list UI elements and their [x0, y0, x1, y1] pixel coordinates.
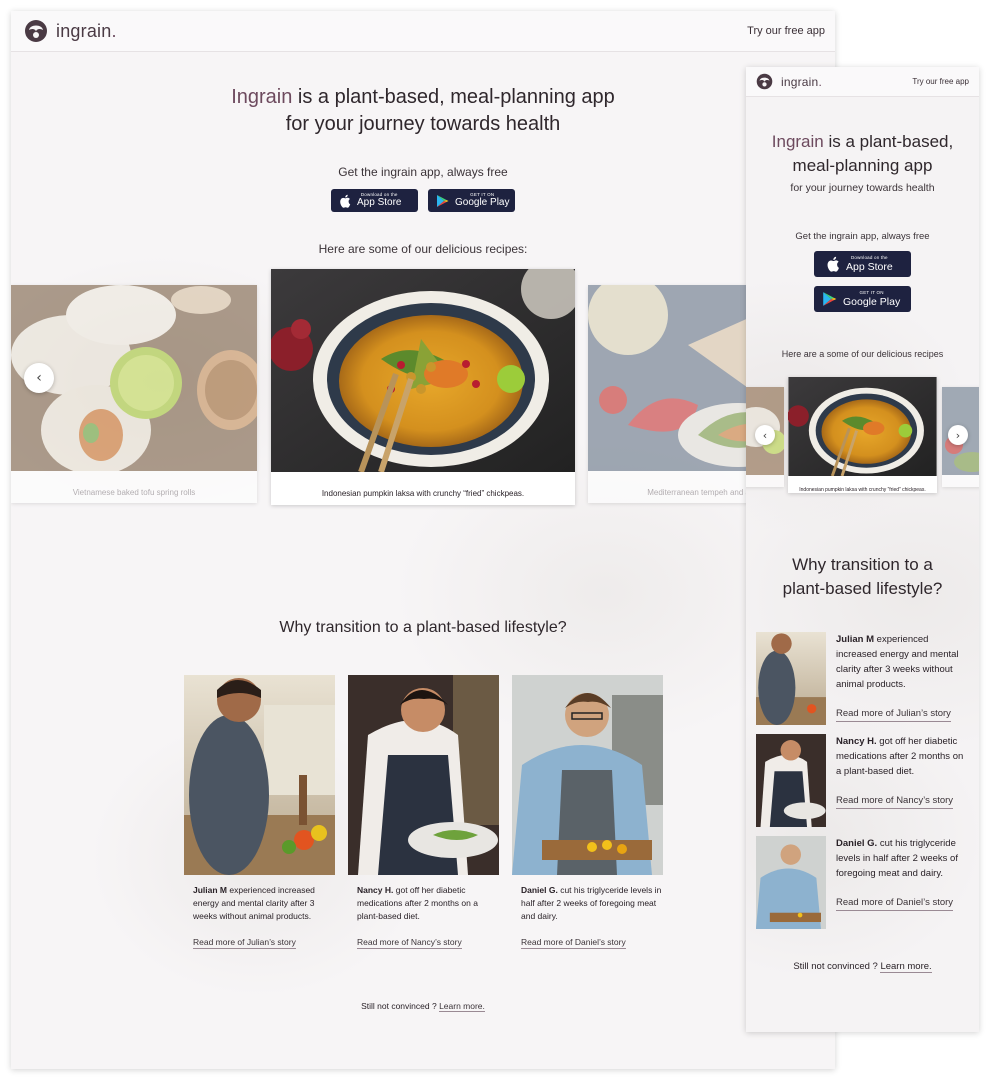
recipe-photo [787, 377, 937, 477]
read-more-link[interactable]: Read more of Julian’s story [193, 937, 296, 949]
testimonial-text: Nancy H. got off her diabetic medication… [836, 734, 971, 827]
hero-subtitle: for your journey towards health [790, 182, 935, 194]
testimonial-photo [756, 734, 826, 827]
recipe-caption: Indonesian pumpkin laksa with crunchy “f… [321, 489, 525, 498]
brand-name: ingrain. [781, 74, 822, 89]
recipe-card[interactable]: Vietnamese baked tofu spring rolls [11, 285, 265, 503]
testimonial-text: Julian M experienced increased energy an… [193, 885, 315, 921]
app-store-button[interactable]: Download on the App Store [331, 189, 418, 212]
read-more-link[interactable]: Read more of Nancy’s story [836, 793, 954, 809]
testimonial-text: Julian M experienced increased energy an… [836, 632, 971, 725]
recipe-carousel: Vietnamese baked tofu spring rolls ‹ Ind… [11, 259, 835, 509]
read-more-link[interactable]: Read more of Daniel’s story [836, 895, 954, 911]
store-badges: Download on the App Store GET IT ON Google… [11, 189, 835, 212]
testimonials-mobile: Julian M experienced increased energy an… [756, 632, 971, 938]
logo-icon [756, 73, 773, 90]
hero-title-line1: is a plant-based, [823, 132, 954, 151]
chevron-left-icon: ‹ [762, 428, 768, 442]
testimonial-photo [512, 675, 663, 875]
hero: Ingrain is a plant-based, meal-planning … [11, 84, 835, 256]
app-store-button[interactable]: Download on the App Store [814, 251, 911, 277]
testimonial-card: Julian M experienced increased energy an… [756, 632, 971, 725]
recipe-caption: Vietnamese baked tofu spring rolls [72, 488, 196, 497]
why-title: Why transition to a plant-based lifestyle… [782, 555, 943, 598]
apple-icon [827, 256, 839, 272]
read-more-link[interactable]: Read more of Julian’s story [836, 706, 951, 722]
read-more-link[interactable]: Read more of Nancy’s story [357, 937, 462, 949]
testimonial-card: Julian M experienced increased energy an… [184, 675, 335, 950]
chevron-right-icon: › [955, 428, 961, 442]
recipe-card[interactable]: Indonesian pumpkin laksa with crunchy “f… [269, 259, 581, 505]
brand[interactable]: ingrain. [756, 73, 822, 90]
testimonial-card: Nancy H. got off her diabetic medication… [348, 675, 499, 950]
why-title: Why transition to a plant-based lifestyl… [279, 619, 567, 636]
testimonial-text: Daniel G. cut his triglyceride levels in… [521, 885, 662, 921]
site-header: ingrain. Try our free app [11, 11, 835, 52]
hero-mobile: Ingrain is a plant-based, meal-planning a… [746, 130, 979, 359]
hero-title-line2: meal-planning app [792, 156, 933, 175]
testimonial-text: Daniel G. cut his triglyceride levels in… [836, 836, 971, 929]
testimonial-photo [348, 675, 499, 875]
testimonial-card: Daniel G. cut his triglyceride levels in… [756, 836, 971, 929]
testimonial-text: Nancy H. got off her diabetic medication… [357, 885, 478, 921]
store-badges: Download on the App Store GET IT ON Google… [746, 251, 979, 312]
google-play-button[interactable]: GET IT ON Google Play [428, 189, 515, 212]
hero-title: Ingrain is a plant-based, meal-planning … [231, 86, 615, 135]
hero-title: Ingrain is a plant-based, meal-planning a… [746, 130, 979, 178]
still-not-convinced: Still not convinced ? Learn more. [793, 961, 932, 973]
testimonial-card: Daniel G. cut his triglyceride levels in… [512, 675, 663, 950]
apple-icon [340, 194, 351, 208]
testimonial-photo [756, 632, 826, 725]
get-app-text: Get the ingrain app, always free [338, 165, 508, 179]
desktop-page: ingrain. Try our free app Ingrain is a p… [11, 11, 835, 1069]
brand[interactable]: ingrain. [24, 19, 117, 43]
carousel-prev-button[interactable]: ‹ [24, 363, 54, 393]
recipe-card[interactable]: Indonesian pumpkin laksa with crunchy “f… [787, 377, 937, 493]
recipe-carousel-mobile: ‹ Indonesian pumpkin laksa with crunchy … [746, 377, 979, 497]
mobile-page: ingrain. Try our free app Ingrain is a p… [746, 67, 979, 1032]
google-play-button[interactable]: GET IT ON Google Play [814, 286, 911, 312]
learn-more-link[interactable]: Learn more. [880, 961, 932, 973]
site-header-mobile: ingrain. Try our free app [746, 67, 979, 97]
recipes-intro: Here are a some of our delicious recipes [781, 349, 944, 359]
hero-accent-word: Ingrain [771, 132, 824, 151]
carousel-next-button[interactable]: › [948, 425, 968, 445]
get-app-text: Get the ingrain app, always free [795, 231, 930, 242]
google-play-icon [437, 194, 449, 207]
recipe-photo [269, 259, 581, 474]
try-free-app-link[interactable]: Try our free app [747, 25, 825, 37]
try-free-app-link[interactable]: Try our free app [912, 77, 969, 86]
logo-icon [25, 20, 47, 42]
recipes-intro: Here are some of our delicious recipes: [318, 242, 528, 256]
carousel-prev-button[interactable]: ‹ [755, 425, 775, 445]
chevron-left-icon: ‹ [36, 370, 42, 386]
testimonials: Julian M experienced increased energy an… [184, 675, 663, 950]
testimonial-card: Nancy H. got off her diabetic medication… [756, 734, 971, 827]
still-not-convinced: Still not convinced ? Learn more. [361, 1001, 485, 1012]
testimonial-photo [756, 836, 826, 929]
read-more-link[interactable]: Read more of Daniel’s story [521, 937, 626, 949]
brand-name: ingrain. [56, 20, 117, 41]
testimonial-photo [184, 675, 335, 875]
google-play-icon [823, 292, 837, 306]
recipe-caption: Indonesian pumpkin laksa with crunchy “f… [799, 486, 926, 493]
learn-more-link[interactable]: Learn more. [439, 1001, 485, 1012]
